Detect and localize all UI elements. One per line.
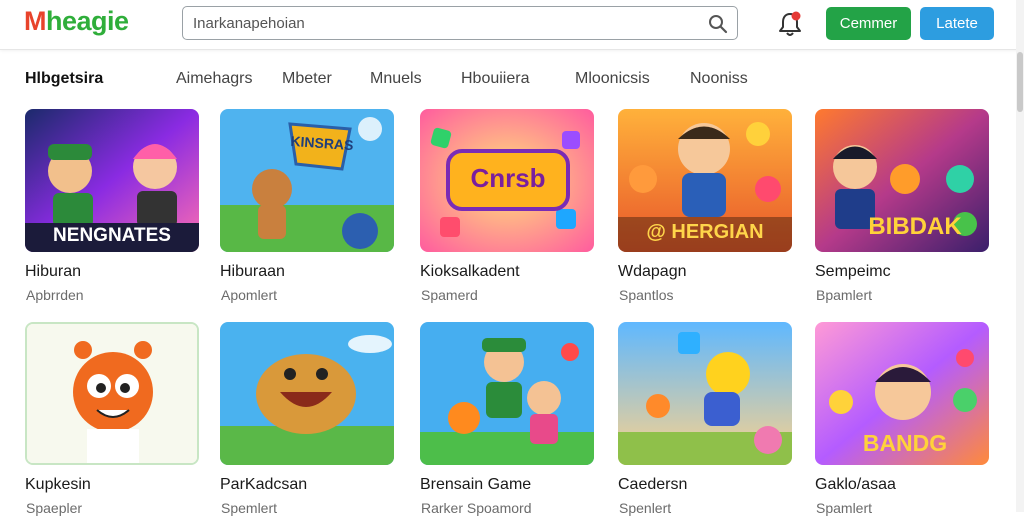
game-title[interactable]: ParKadcsan <box>220 476 307 494</box>
game-subtitle: Spamlert <box>816 500 873 516</box>
game-thumbnail[interactable] <box>815 322 989 465</box>
game-thumbnail[interactable] <box>618 322 792 465</box>
game-title[interactable]: Wdapagn <box>618 263 687 281</box>
vertical-scrollbar[interactable] <box>1016 0 1024 512</box>
tab-5[interactable]: Mloonicsis <box>575 70 650 88</box>
search-icon[interactable] <box>708 14 728 34</box>
tab-3[interactable]: Mnuels <box>370 70 422 88</box>
scrollbar-thumb[interactable] <box>1017 52 1023 112</box>
game-title[interactable]: Hiburan <box>25 263 81 281</box>
game-thumbnail[interactable] <box>25 322 199 465</box>
tab-4[interactable]: Hbouiiera <box>461 70 529 88</box>
game-subtitle: Spantlos <box>619 287 674 303</box>
tab-6[interactable]: Nooniss <box>690 70 748 88</box>
game-subtitle: Apomlert <box>221 287 278 303</box>
game-thumbnail[interactable] <box>815 109 989 252</box>
game-subtitle: Apbrrden <box>26 287 84 303</box>
game-subtitle: Spamerd <box>421 287 478 303</box>
category-tabs: Hlbgetsira Aimehagrs Mbeter Mnuels Hboui… <box>0 70 1010 94</box>
game-title[interactable]: Kioksalkadent <box>420 263 520 281</box>
game-subtitle: Spemlert <box>221 500 278 516</box>
tab-2[interactable]: Mbeter <box>282 70 332 88</box>
top-header: Mheagie Cemmer Latete <box>0 0 1024 50</box>
game-thumbnail[interactable] <box>618 109 792 252</box>
game-thumbnail[interactable] <box>420 109 594 252</box>
game-subtitle: Spenlert <box>619 500 672 516</box>
tab-1[interactable]: Aimehagrs <box>176 70 252 88</box>
game-subtitle: Spaepler <box>26 500 83 516</box>
game-title[interactable]: Brensain Game <box>420 476 531 494</box>
search-input[interactable] <box>193 13 693 33</box>
tab-0[interactable]: Hlbgetsira <box>25 70 103 88</box>
logo-letter: M <box>24 6 47 36</box>
game-title[interactable]: Hiburaan <box>220 263 285 281</box>
logo-word: heagie <box>46 6 129 36</box>
primary-button[interactable]: Cemmer <box>826 7 911 40</box>
game-title[interactable]: Gaklo/asaa <box>815 476 896 494</box>
bell-icon[interactable] <box>776 10 804 38</box>
game-title[interactable]: Kupkesin <box>25 476 91 494</box>
search-box[interactable] <box>182 6 738 40</box>
game-title[interactable]: Sempeimc <box>815 263 891 281</box>
game-subtitle: Bpamlert <box>816 287 873 303</box>
game-thumbnail[interactable] <box>220 109 394 252</box>
secondary-button[interactable]: Latete <box>920 7 994 40</box>
site-logo[interactable]: Mheagie <box>24 6 129 37</box>
game-title[interactable]: Caedersn <box>618 476 687 494</box>
game-thumbnail[interactable] <box>420 322 594 465</box>
game-subtitle: Rarker Spoamord <box>421 500 532 516</box>
game-thumbnail[interactable] <box>220 322 394 465</box>
game-thumbnail[interactable] <box>25 109 199 252</box>
